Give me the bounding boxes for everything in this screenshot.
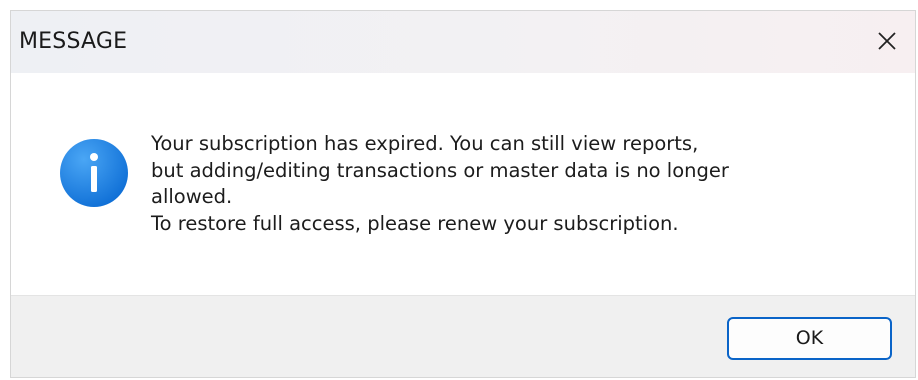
message-line: allowed. — [151, 185, 233, 208]
dialog-content: Your subscription has expired. You can s… — [11, 73, 915, 295]
dialog-footer: OK — [11, 295, 915, 377]
message-line: but adding/editing transactions or maste… — [151, 158, 729, 182]
message-line: Your subscription has expired. You can s… — [151, 132, 699, 155]
message-text: Your subscription has expired. You can s… — [151, 131, 891, 237]
close-button[interactable] — [871, 25, 903, 57]
close-icon — [878, 32, 896, 50]
dialog-title: MESSAGE — [19, 29, 128, 54]
info-icon — [60, 139, 128, 207]
title-bar: MESSAGE — [11, 11, 915, 73]
ok-button[interactable]: OK — [727, 317, 892, 360]
message-dialog: MESSAGE Your subscription has expired. Y… — [10, 10, 916, 378]
message-line: To restore full access, please renew you… — [151, 211, 679, 235]
